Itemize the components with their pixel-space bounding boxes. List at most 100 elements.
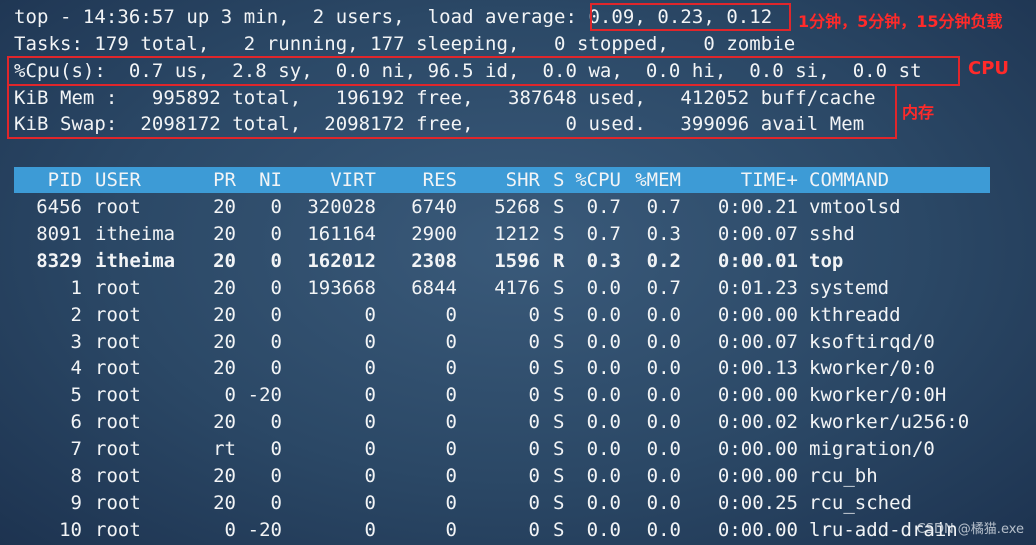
cell-s: S — [553, 384, 565, 407]
cell-shr: 0 — [528, 465, 540, 487]
cell-mem: 0.2 — [646, 249, 681, 272]
process-row[interactable]: 8091 itheima 20 0 161164 2900 1212 S 0.7 0.3 0:00.… — [14, 221, 994, 247]
process-row[interactable]: 5 root 0 -20 0 0 0 S 0.0 0.0 0:00.00 kworker/0:0H — [14, 382, 994, 408]
cell-s: S — [553, 357, 565, 380]
cell-user: root — [95, 465, 141, 487]
cell-pr: 20 — [213, 357, 236, 380]
cell-virt: 0 — [364, 384, 376, 407]
cell-ni: 0 — [270, 196, 282, 218]
cell-mem: 0.7 — [646, 196, 681, 218]
cell-shr: 5268 — [494, 196, 540, 218]
cell-ni: 0 — [270, 249, 282, 272]
process-row[interactable]: 9 root 20 0 0 0 0 S 0.0 0.0 0:00.25 rcu_sched — [14, 490, 994, 516]
cell-mem: 0.0 — [646, 518, 681, 541]
cell-mem: 0.7 — [646, 276, 681, 299]
cell-pid: 6456 — [36, 196, 82, 218]
cpu-annotation-label: CPU — [968, 58, 1010, 79]
cell-res: 6844 — [411, 276, 457, 299]
cell-s: S — [553, 491, 565, 514]
process-row[interactable]: 7 root rt 0 0 0 0 S 0.0 0.0 0:00.00 migration/0 — [14, 436, 994, 462]
cell-mem: 0.0 — [646, 438, 681, 461]
cell-s: S — [553, 196, 565, 218]
cell-command: kthreadd — [809, 303, 901, 326]
cell-time: 0:00.07 — [717, 222, 798, 245]
cell-shr: 0 — [528, 357, 540, 380]
cell-command: vmtoolsd — [809, 196, 901, 218]
cell-pr: 20 — [213, 411, 236, 434]
cell-cpu: 0.3 — [586, 249, 621, 272]
cell-user: root — [95, 518, 141, 541]
cell-pr: 0 — [224, 518, 236, 541]
cell-user: root — [95, 411, 141, 434]
cell-virt: 0 — [364, 518, 376, 541]
cell-s: S — [553, 411, 565, 434]
cell-shr: 0 — [528, 330, 540, 353]
cell-cpu: 0.0 — [586, 276, 621, 299]
cell-pr: 20 — [213, 330, 236, 353]
process-row[interactable]: 6 root 20 0 0 0 0 S 0.0 0.0 0:00.02 kworker/u256:0 — [14, 409, 994, 435]
header-time: TIME+ — [740, 169, 798, 191]
cell-pid: 2 — [70, 303, 82, 326]
memory-annotation-label: 内存 — [902, 103, 935, 122]
cell-cpu: 0.0 — [586, 518, 621, 541]
cell-command: sshd — [809, 222, 855, 245]
cell-command: kworker/0:0 — [809, 357, 935, 380]
cell-user: root — [95, 276, 141, 299]
load-average-highlight-box — [590, 3, 791, 31]
process-row[interactable]: 8329 itheima 20 0 162012 2308 1596 R 0.3 0.2 0:00.… — [14, 248, 994, 274]
header-pid: PID — [47, 169, 82, 191]
cell-virt: 193668 — [307, 276, 376, 299]
cell-shr: 0 — [528, 518, 540, 541]
process-row[interactable]: 8 root 20 0 0 0 0 S 0.0 0.0 0:00.00 rcu_bh — [14, 463, 994, 489]
cell-user: root — [95, 303, 141, 326]
cell-virt: 0 — [364, 411, 376, 434]
cell-res: 0 — [445, 384, 457, 407]
cell-s: S — [553, 438, 565, 461]
cell-mem: 0.3 — [646, 222, 681, 245]
process-row[interactable]: 1 root 20 0 193668 6844 4176 S 0.0 0.7 0:01.23 syst… — [14, 275, 994, 301]
cell-mem: 0.0 — [646, 303, 681, 326]
process-table-header: PID USER PR NI VIRT RES SHR S %CPU %MEM TIME+ COMMA… — [14, 167, 994, 193]
cell-cpu: 0.0 — [586, 465, 621, 487]
tasks-line: Tasks: 179 total, 2 running, 177 sleepin… — [14, 33, 796, 55]
cell-pid: 8 — [70, 465, 82, 487]
process-row[interactable]: 4 root 20 0 0 0 0 S 0.0 0.0 0:00.13 kworker/0:0 — [14, 355, 994, 381]
process-row[interactable]: 10 root 0 -20 0 0 0 S 0.0 0.0 0:00.00 lru-add-drain — [14, 517, 994, 543]
cell-res: 0 — [445, 438, 457, 461]
cell-cpu: 0.0 — [586, 330, 621, 353]
cell-command: systemd — [809, 276, 890, 299]
cell-res: 2308 — [411, 249, 457, 272]
cell-user: root — [95, 330, 141, 353]
cell-ni: 0 — [270, 465, 282, 487]
memory-highlight-box — [7, 84, 897, 139]
cell-pr: 20 — [213, 249, 236, 272]
terminal-window: top - 14:36:57 up 3 min, 2 users, load a… — [0, 0, 1036, 545]
cell-pid: 6 — [70, 411, 82, 434]
cell-pid: 5 — [70, 384, 82, 407]
cell-ni: 0 — [270, 411, 282, 434]
cell-cpu: 0.0 — [586, 411, 621, 434]
header-cpu: %CPU — [575, 169, 621, 191]
cell-pr: 20 — [213, 222, 236, 245]
cell-s: S — [553, 222, 565, 245]
cell-ni: 0 — [270, 491, 282, 514]
cell-ni: -20 — [247, 518, 282, 541]
cell-user: itheima — [95, 222, 176, 245]
cell-virt: 162012 — [307, 249, 376, 272]
cell-virt: 0 — [364, 357, 376, 380]
cell-shr: 0 — [528, 303, 540, 326]
cell-user: itheima — [95, 249, 176, 272]
cell-time: 0:00.00 — [717, 303, 798, 326]
process-row[interactable]: 6456 root 20 0 320028 6740 5268 S 0.7 0.7 0:00.21 v… — [14, 194, 994, 220]
process-row[interactable]: 2 root 20 0 0 0 0 S 0.0 0.0 0:00.00 kthreadd — [14, 302, 994, 328]
cell-pid: 4 — [70, 357, 82, 380]
cell-user: root — [95, 196, 141, 218]
cell-shr: 0 — [528, 491, 540, 514]
cell-res: 0 — [445, 518, 457, 541]
cell-ni: 0 — [270, 303, 282, 326]
cell-time: 0:00.07 — [717, 330, 798, 353]
cell-user: root — [95, 491, 141, 514]
cell-pid: 3 — [70, 330, 82, 353]
process-row[interactable]: 3 root 20 0 0 0 0 S 0.0 0.0 0:00.07 ksoftirqd/0 — [14, 329, 994, 355]
cell-user: root — [95, 438, 141, 461]
